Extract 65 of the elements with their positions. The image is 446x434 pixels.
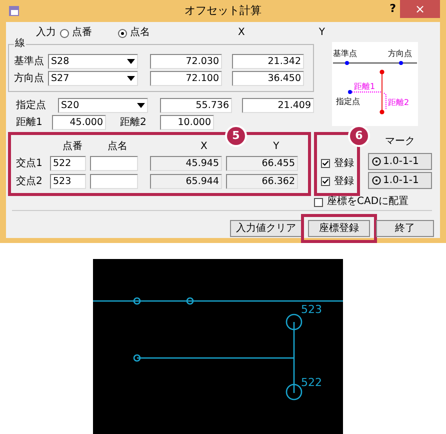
- diagram-label: 基準点: [333, 49, 357, 58]
- register-checkbox[interactable]: 登録: [321, 156, 357, 171]
- radio-option[interactable]: 点名: [118, 27, 150, 39]
- dropdown-caret-icon: [127, 59, 135, 64]
- circle-dot-icon: [372, 176, 381, 185]
- point-label: 523: [301, 303, 322, 316]
- y-field[interactable]: 36.450: [232, 71, 304, 86]
- group-title: 線: [14, 38, 26, 50]
- diagram-label: 指定点: [336, 97, 360, 106]
- point-number-field[interactable]: 523: [50, 174, 86, 189]
- callout-badge: 5: [225, 125, 247, 147]
- check-icon: [322, 160, 329, 167]
- distance-field[interactable]: 45.000: [52, 115, 106, 130]
- register-checkbox[interactable]: 登録: [321, 174, 357, 189]
- column-header: 点番: [62, 141, 84, 154]
- point-name-field[interactable]: [90, 174, 138, 189]
- field-label: 距離1: [16, 116, 44, 128]
- dropdown[interactable]: S28: [48, 54, 138, 69]
- point-label: 522: [301, 376, 322, 389]
- dropdown[interactable]: S20: [58, 98, 148, 113]
- point-number-field[interactable]: 522: [50, 156, 86, 171]
- diagram-label: 距離1: [354, 82, 376, 91]
- column-header: 点名: [106, 141, 128, 154]
- diagram-label: 距離2: [388, 98, 410, 107]
- close-button[interactable]: ×: [400, 0, 440, 18]
- dropdown[interactable]: S27: [48, 71, 138, 86]
- column-header: X: [238, 27, 245, 39]
- window-title: オフセット計算: [184, 4, 262, 17]
- radio-option[interactable]: 点番: [60, 27, 92, 39]
- dialog-button[interactable]: 入力値クリア: [230, 220, 302, 237]
- field-label: 距離2: [120, 116, 148, 128]
- column-header: Y: [272, 141, 280, 154]
- dropdown-caret-icon: [127, 76, 135, 81]
- x-field[interactable]: 72.100: [150, 71, 222, 86]
- check-icon: [322, 178, 329, 185]
- x-field[interactable]: 55.736: [160, 98, 232, 113]
- help-button[interactable]: ?: [390, 2, 396, 16]
- diagram-label: 方向点: [388, 49, 412, 58]
- x-field[interactable]: 45.945: [150, 156, 222, 171]
- point-name-field[interactable]: [90, 156, 138, 171]
- field-label: 基準点: [14, 56, 42, 68]
- y-field[interactable]: 21.409: [242, 98, 314, 113]
- dialog-button[interactable]: 終了: [376, 220, 434, 237]
- x-field[interactable]: 72.030: [150, 54, 222, 69]
- input-label: 入力: [36, 27, 56, 39]
- y-field[interactable]: 21.342: [232, 54, 304, 69]
- row-label: 交点2: [16, 176, 44, 188]
- dropdown-caret-icon: [137, 103, 145, 108]
- dialog-button[interactable]: 座標登録: [308, 220, 370, 237]
- y-field[interactable]: 66.455: [226, 156, 298, 171]
- circle-dot-icon: [372, 157, 381, 166]
- row-label: 交点1: [16, 158, 44, 170]
- mark-button[interactable]: 1.0-1-1: [368, 172, 432, 189]
- column-header: X: [200, 141, 208, 154]
- callout-badge: 6: [348, 125, 370, 147]
- field-label: 指定点: [16, 100, 47, 112]
- column-header: Y: [318, 27, 325, 39]
- app-icon: [8, 5, 20, 17]
- column-header: マーク: [384, 136, 416, 149]
- y-field[interactable]: 66.362: [226, 174, 298, 189]
- mark-button[interactable]: 1.0-1-1: [368, 153, 432, 170]
- field-label: 方向点: [14, 72, 42, 84]
- checkbox-option[interactable]: 座標をCADに配置: [314, 196, 409, 208]
- x-field[interactable]: 65.944: [150, 174, 222, 189]
- distance-field[interactable]: 10.000: [160, 115, 214, 130]
